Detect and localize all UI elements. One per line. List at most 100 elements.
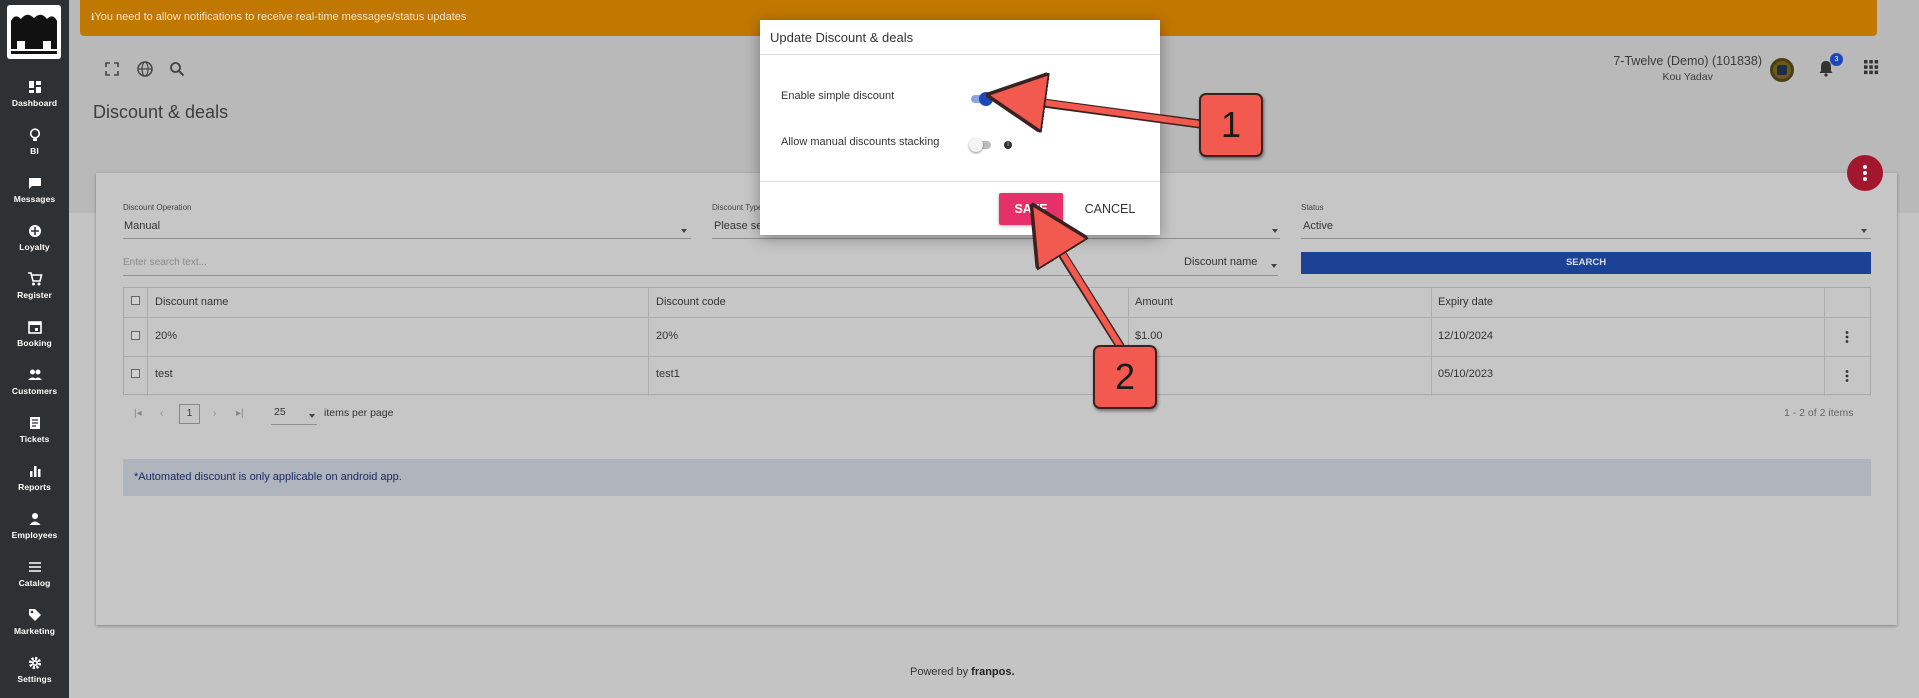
chevron-down-icon [1861, 229, 1867, 233]
callout-1: 1 [1199, 93, 1263, 157]
cell-discount-name: test [155, 368, 173, 380]
column-divider [648, 288, 649, 396]
powered-by-text: Powered by [910, 666, 969, 678]
fullscreen-icon[interactable] [103, 60, 121, 78]
sidebar-item-label: Dashboard [11, 98, 58, 108]
sidebar-item-loyalty[interactable]: Loyalty [0, 223, 69, 271]
sidebar-item-booking[interactable]: Booking [0, 319, 69, 367]
sidebar-item-reports[interactable]: Reports [0, 463, 69, 511]
row-divider [124, 317, 1872, 318]
items-per-page-value: 25 [274, 406, 286, 418]
franpos-brand: franpos. [971, 666, 1015, 678]
search-button[interactable]: SEARCH [1301, 252, 1871, 274]
people-icon [27, 369, 42, 380]
sidebar-item-bi[interactable]: BI [0, 127, 69, 175]
chevron-down-icon [1271, 264, 1277, 268]
chat-bubble-icon [28, 178, 41, 189]
loyalty-icon [28, 225, 41, 237]
chevron-down-icon [681, 229, 687, 233]
search-icon[interactable] [168, 60, 186, 78]
cell-expiry-date: 05/10/2023 [1438, 368, 1494, 380]
discount-type-label: Discount Type [712, 203, 763, 212]
sidebar-item-label: Messages [13, 194, 56, 204]
sidebar-item-label: BI [30, 146, 39, 156]
powered-by: Powered by franpos. [910, 666, 1015, 678]
row-menu-icon[interactable] [1841, 369, 1853, 383]
sidebar-item-catalog[interactable]: Catalog [0, 559, 69, 607]
toggle-knob [969, 138, 983, 152]
page-title: Discount & deals [93, 102, 229, 122]
sidebar-item-label: Employees [11, 530, 58, 540]
enable-simple-discount-toggle[interactable] [969, 92, 993, 106]
dialog-divider [760, 54, 1160, 55]
apps-grid-icon[interactable] [1862, 58, 1880, 76]
automated-discount-note: *Automated discount is only applicable o… [123, 459, 1871, 496]
status-label: Status [1301, 203, 1324, 212]
row-checkbox[interactable] [131, 369, 140, 378]
select-all-checkbox[interactable] [131, 296, 140, 305]
allow-stacking-toggle[interactable] [969, 138, 993, 152]
row-checkbox[interactable] [131, 331, 140, 340]
sidebar-item-employees[interactable]: Employees [0, 511, 69, 559]
first-page-icon[interactable]: |◂ [134, 408, 142, 419]
search-by-value: Discount name [1184, 256, 1258, 268]
bar-chart-icon [29, 466, 40, 477]
sidebar-item-label: Booking [17, 338, 52, 348]
sidebar-item-marketing[interactable]: Marketing [0, 607, 69, 655]
sidebar-item-tickets[interactable]: Tickets [0, 415, 69, 463]
info-icon[interactable]: i [1004, 141, 1012, 149]
cancel-button[interactable]: CANCEL [1075, 195, 1145, 223]
store-info[interactable]: 7-Twelve (Demo) (101838) Kou Yadav [1613, 54, 1762, 83]
column-divider [1431, 288, 1432, 396]
dialog-divider [760, 181, 1160, 182]
previous-page-icon[interactable]: ‹ [160, 408, 163, 419]
gear-icon [28, 656, 41, 670]
field-underline [123, 238, 691, 239]
save-button[interactable]: SAVE [999, 193, 1063, 225]
sidebar-item-label: Tickets [19, 434, 50, 444]
field-underline [1301, 238, 1871, 239]
lightbulb-icon [29, 128, 40, 141]
sidebar-item-label: Reports [18, 482, 51, 492]
column-header-name[interactable]: Discount name [155, 296, 228, 308]
user-name: Kou Yadav [1662, 71, 1713, 83]
cart-icon [27, 272, 43, 286]
current-page[interactable]: 1 [179, 404, 200, 424]
sidebar-item-settings[interactable]: Settings [0, 655, 69, 698]
sidebar-item-customers[interactable]: Customers [0, 367, 69, 415]
next-page-icon[interactable]: › [213, 408, 216, 419]
toggle-knob [979, 92, 993, 106]
cell-discount-code: test1 [656, 368, 680, 380]
sidebar-item-dashboard[interactable]: Dashboard [0, 79, 69, 127]
globe-icon[interactable] [136, 60, 154, 78]
column-header-code[interactable]: Discount code [656, 296, 726, 308]
column-header-expiry[interactable]: Expiry date [1438, 296, 1493, 308]
tag-icon [28, 609, 41, 621]
row-menu-icon[interactable] [1841, 330, 1853, 344]
sidebar-item-label: Loyalty [19, 242, 50, 252]
allow-stacking-label: Allow manual discounts stacking [781, 136, 940, 148]
sidebar: Dashboard BI Messages Loyalty Register B… [0, 0, 69, 698]
kebab-menu-icon [1863, 165, 1867, 181]
sidebar-item-messages[interactable]: Messages [0, 175, 69, 223]
chevron-down-icon [309, 414, 315, 418]
chevron-down-icon [1272, 229, 1278, 233]
cell-expiry-date: 12/10/2024 [1438, 330, 1494, 342]
field-underline [123, 275, 1278, 276]
avatar[interactable] [1770, 58, 1794, 82]
sidebar-item-label: Settings [17, 674, 52, 684]
ticket-icon [29, 417, 40, 429]
store-name: 7-Twelve (Demo) (101838) [1613, 54, 1762, 68]
last-page-icon[interactable]: ▸| [236, 408, 244, 419]
dashboard-icon [28, 81, 41, 93]
more-actions-button[interactable] [1847, 155, 1883, 191]
column-divider [1824, 288, 1825, 396]
discount-list-card [96, 173, 1897, 625]
column-header-amount[interactable]: Amount [1135, 296, 1173, 308]
pagination-summary: 1 - 2 of 2 items [1784, 407, 1854, 419]
sidebar-item-register[interactable]: Register [0, 271, 69, 319]
enable-simple-discount-label: Enable simple discount [781, 90, 895, 102]
franpos-logo[interactable] [7, 5, 61, 59]
status-value: Active [1303, 220, 1333, 232]
notification-text: You need to allow notifications to recei… [94, 11, 467, 23]
